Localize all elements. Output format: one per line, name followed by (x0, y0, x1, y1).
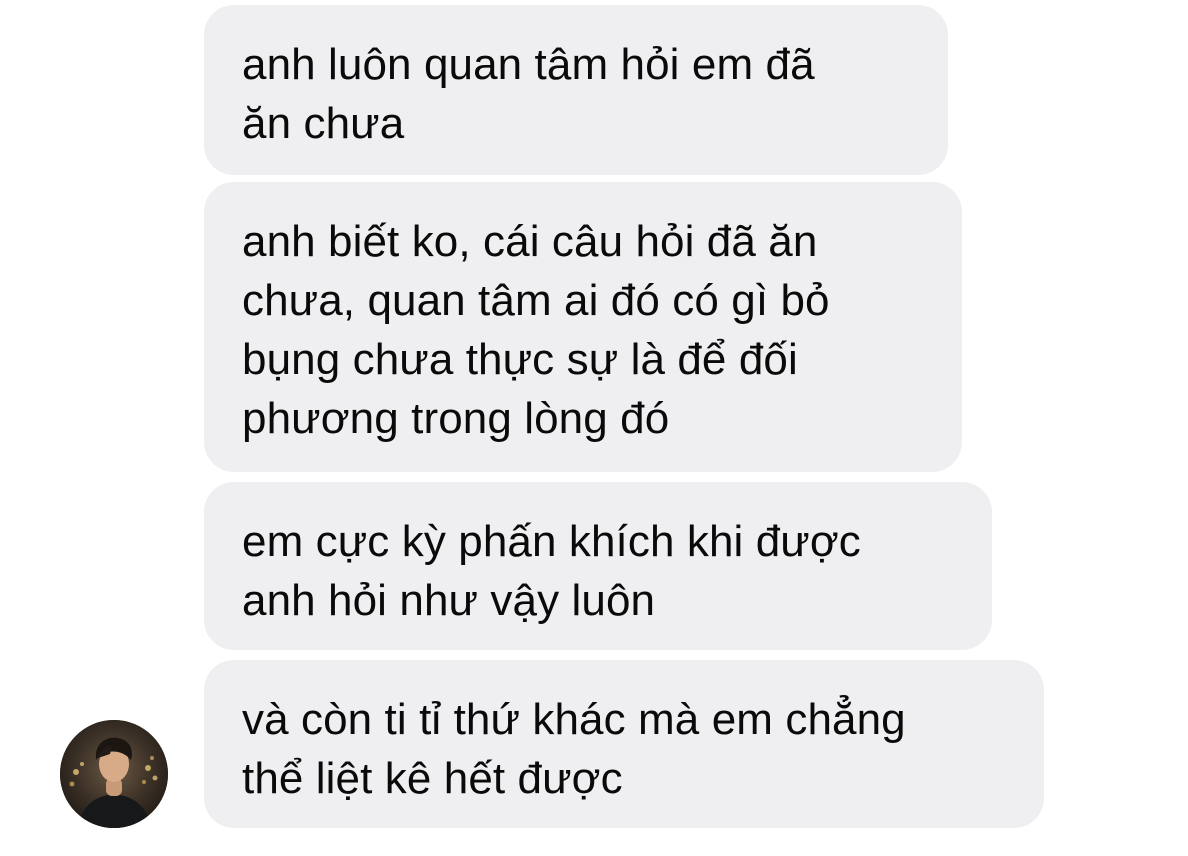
message-bubble[interactable]: anh biết ko, cái câu hỏi đã ăn chưa, qua… (204, 182, 962, 472)
message-line: thể liệt kê hết được (242, 754, 623, 803)
message-thread: anh luôn quan tâm hỏi em đã ăn chưa anh … (0, 0, 1188, 856)
message-bubble[interactable]: và còn ti tỉ thứ khác mà em chẳng thể li… (204, 660, 1044, 828)
message-line: anh biết ko, cái câu hỏi đã ăn (242, 217, 818, 266)
message-line: anh luôn quan tâm hỏi em đã (242, 40, 815, 89)
message-line: và còn ti tỉ thứ khác mà em chẳng (242, 695, 906, 744)
message-bubble[interactable]: anh luôn quan tâm hỏi em đã ăn chưa (204, 5, 948, 175)
message-line: chưa, quan tâm ai đó có gì bỏ (242, 276, 830, 325)
message-line: ăn chưa (242, 99, 405, 148)
sender-avatar[interactable] (60, 720, 168, 828)
message-line: anh hỏi như vậy luôn (242, 576, 656, 625)
message-line: phương trong lòng đó (242, 394, 670, 443)
message-line: em cực kỳ phấn khích khi được (242, 517, 861, 566)
message-bubble[interactable]: em cực kỳ phấn khích khi được anh hỏi nh… (204, 482, 992, 650)
message-line: bụng chưa thực sự là để đối (242, 335, 798, 384)
profile-photo-icon (60, 720, 168, 828)
